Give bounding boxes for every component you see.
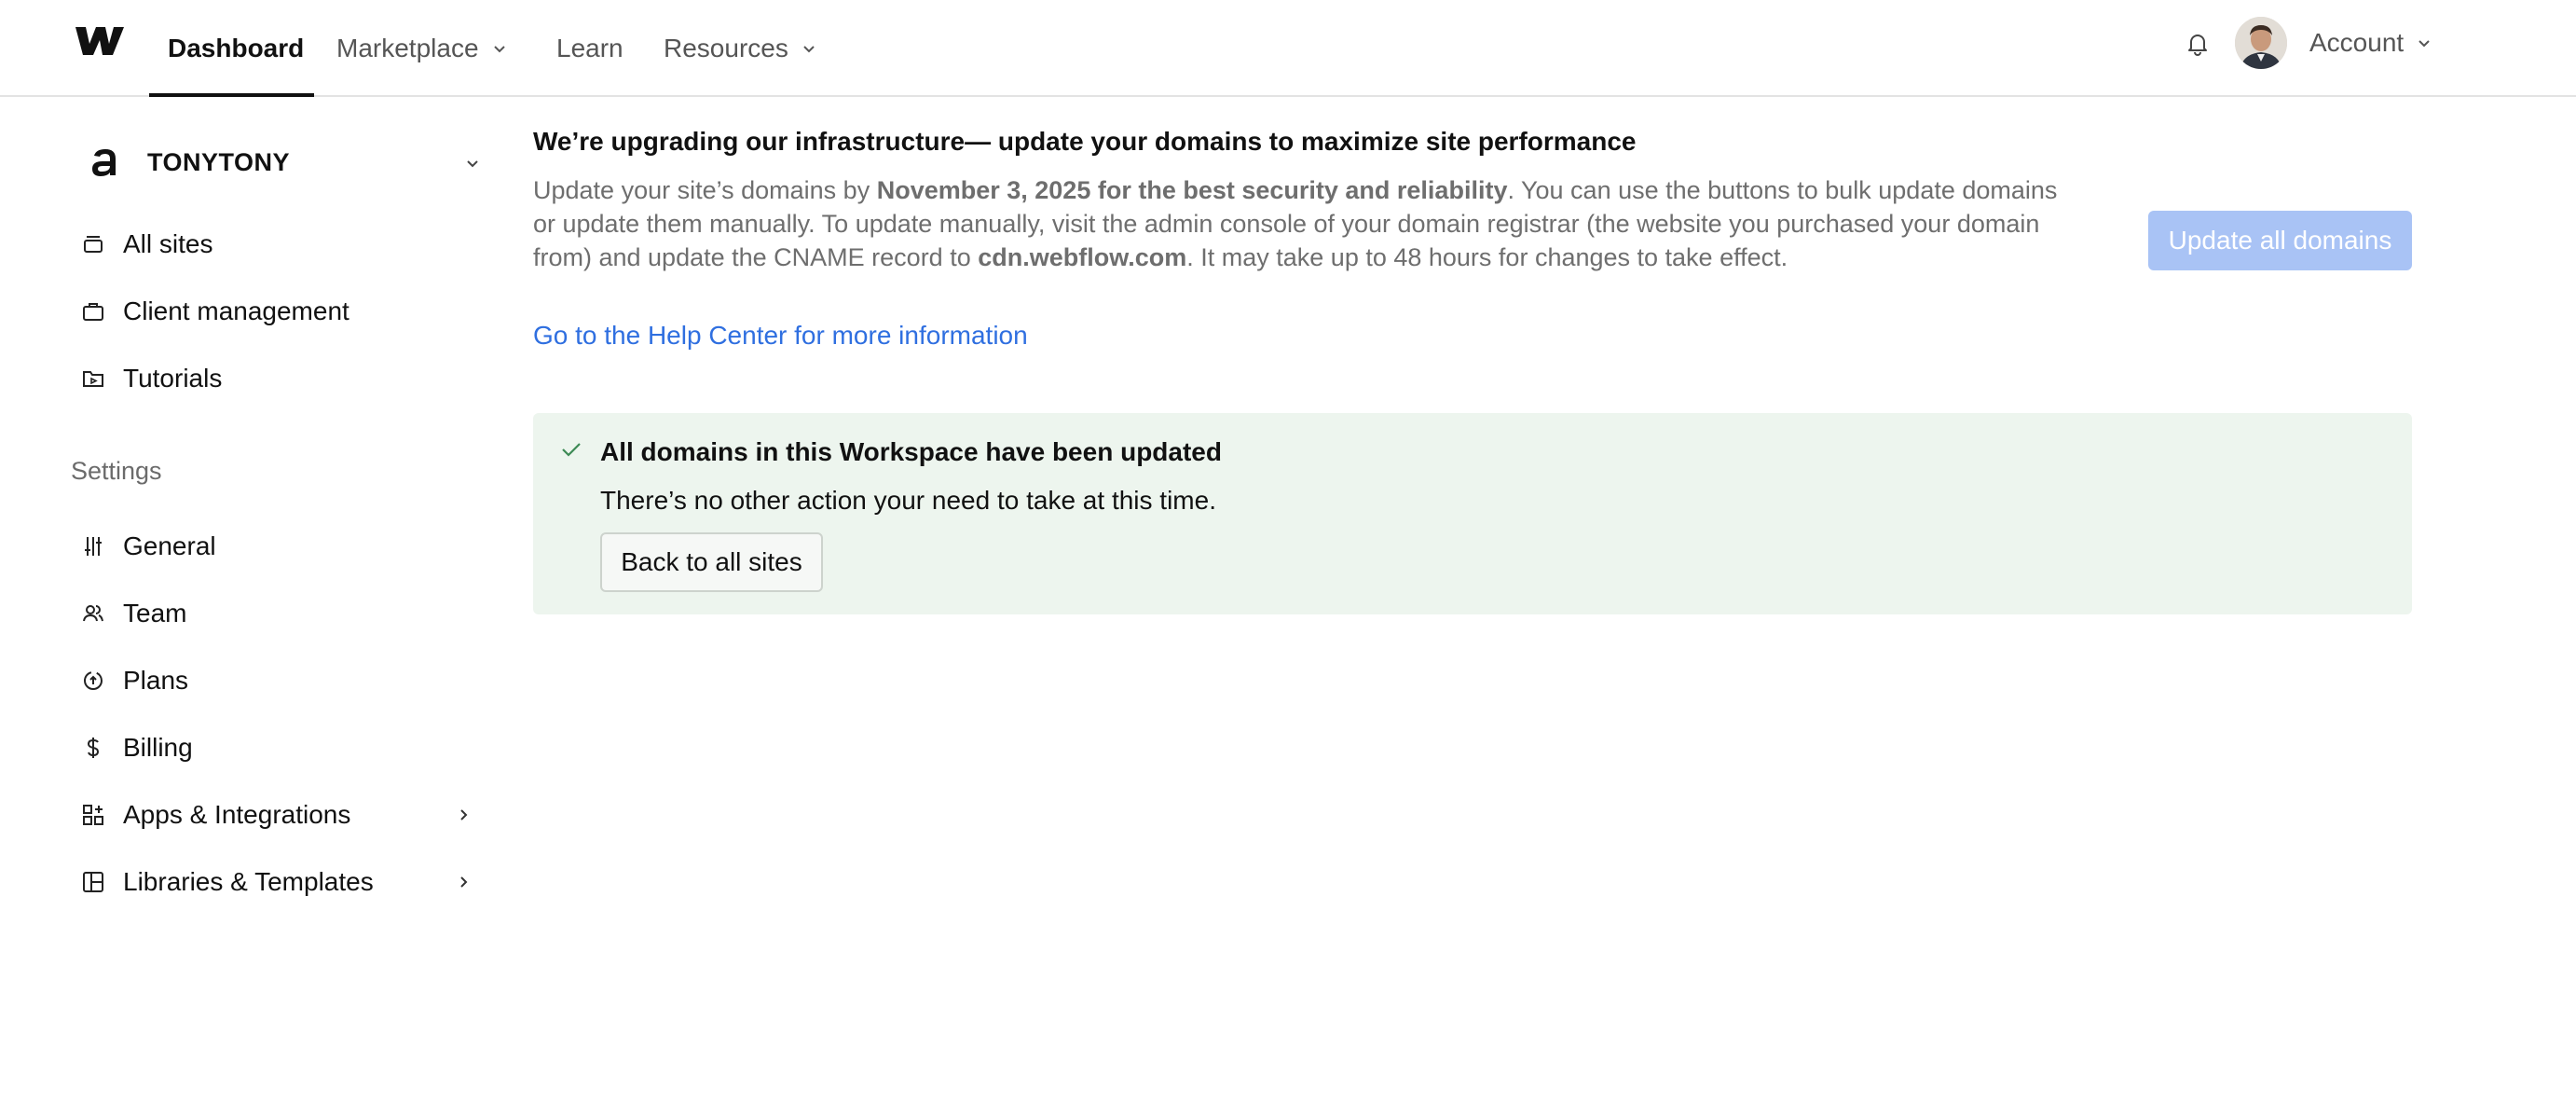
- sidebar-item-tutorials[interactable]: Tutorials: [80, 352, 490, 405]
- nav-resources[interactable]: Resources: [664, 0, 816, 97]
- sidebar-item-label: All sites: [123, 229, 213, 258]
- nav-marketplace-label: Marketplace: [336, 34, 479, 62]
- chevron-right-icon: [460, 809, 468, 821]
- avatar[interactable]: [2235, 17, 2287, 69]
- sidebar-item-apps-integrations[interactable]: Apps & Integrations: [80, 789, 490, 841]
- sidebar-item-label: Libraries & Templates: [123, 867, 374, 896]
- chevron-down-icon: [493, 46, 505, 53]
- settings-section-label: Settings: [71, 457, 162, 485]
- check-icon: [562, 443, 581, 457]
- nav-learn[interactable]: Learn: [556, 0, 623, 97]
- webflow-logo-icon[interactable]: [75, 24, 125, 58]
- cname-value: cdn.webflow.com: [978, 243, 1187, 271]
- bell-icon[interactable]: [2182, 28, 2213, 60]
- upgrade-description: Update your site’s domains by November 3…: [533, 173, 2062, 274]
- help-center-link[interactable]: Go to the Help Center for more informati…: [533, 321, 1028, 351]
- nav-learn-label: Learn: [556, 34, 623, 62]
- workspace-logo-icon: [80, 137, 130, 187]
- sidebar-item-general[interactable]: General: [80, 520, 490, 572]
- nav-marketplace[interactable]: Marketplace: [336, 0, 507, 97]
- top-navigation: Dashboard Marketplace Learn Resources Ac…: [0, 0, 2576, 97]
- sidebar-item-plans[interactable]: Plans: [80, 655, 490, 707]
- sidebar-item-label: Team: [123, 599, 187, 627]
- update-all-domains-button[interactable]: Update all domains: [2148, 211, 2412, 270]
- sidebar-item-label: Apps & Integrations: [123, 800, 351, 829]
- sidebar-item-all-sites[interactable]: All sites: [80, 218, 490, 270]
- plans-icon: [80, 668, 106, 694]
- back-to-all-sites-button[interactable]: Back to all sites: [600, 532, 823, 592]
- chevron-right-icon: [460, 876, 468, 888]
- success-message: There’s no other action your need to tak…: [600, 486, 1216, 515]
- chevron-down-icon: [2418, 40, 2430, 48]
- sidebar-item-libraries-templates[interactable]: Libraries & Templates: [80, 856, 490, 908]
- nav-dashboard[interactable]: Dashboard: [168, 0, 304, 97]
- upgrade-headline: We’re upgrading our infrastructure— upda…: [533, 127, 1637, 156]
- sidebar-item-label: Plans: [123, 666, 189, 695]
- nav-resources-label: Resources: [664, 34, 788, 62]
- tutorials-icon: [80, 365, 106, 392]
- account-menu[interactable]: Account: [2309, 0, 2432, 86]
- libraries-icon: [80, 869, 106, 895]
- sidebar-item-label: Tutorials: [123, 364, 223, 393]
- sidebar-item-team[interactable]: Team: [80, 587, 490, 640]
- sidebar-item-label: Client management: [123, 296, 349, 325]
- apps-icon: [80, 802, 106, 828]
- sites-icon: [80, 231, 106, 257]
- workspace-name: TONYTONY: [147, 147, 291, 176]
- success-notice: All domains in this Workspace have been …: [533, 413, 2412, 614]
- team-icon: [80, 600, 106, 627]
- dollar-icon: [80, 735, 106, 761]
- sidebar-item-client-management[interactable]: Client management: [80, 285, 490, 338]
- chevron-down-icon: [803, 46, 815, 53]
- chevron-down-icon: [467, 160, 478, 168]
- upgrade-text-3: . It may take up to 48 hours for changes…: [1186, 243, 1788, 271]
- upgrade-text-1: Update your site’s domains by: [533, 176, 877, 204]
- sidebar-item-billing[interactable]: Billing: [80, 722, 490, 774]
- sidebar: TONYTONY All sites Client management Tut…: [0, 97, 503, 1117]
- success-title: All domains in this Workspace have been …: [600, 437, 1222, 466]
- account-label: Account: [2309, 28, 2405, 57]
- sidebar-item-label: Billing: [123, 733, 193, 762]
- upgrade-deadline: November 3, 2025 for the best security a…: [876, 176, 1508, 204]
- nav-dashboard-label: Dashboard: [168, 34, 305, 62]
- briefcase-icon: [80, 298, 106, 324]
- sidebar-item-label: General: [123, 531, 216, 560]
- sliders-icon: [80, 533, 106, 559]
- workspace-switcher[interactable]: TONYTONY: [80, 132, 494, 192]
